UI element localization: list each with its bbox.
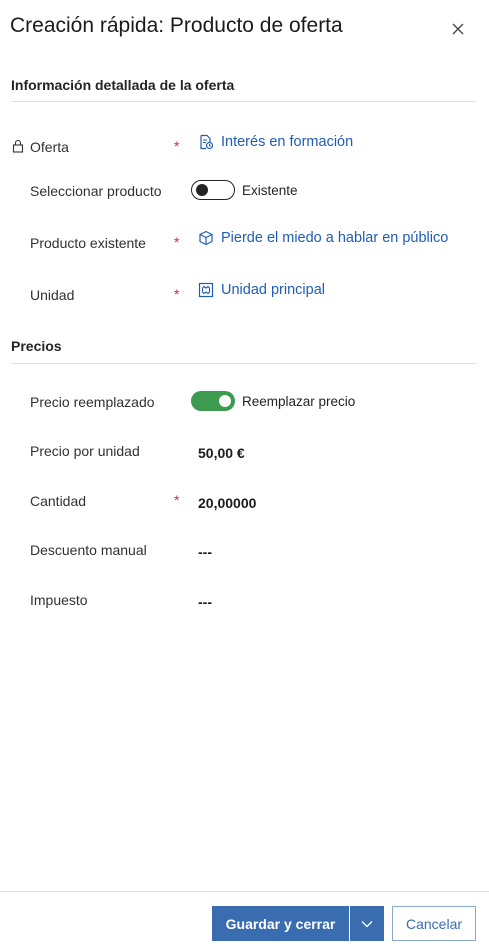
field-label: Producto existente — [30, 235, 146, 251]
existing-product-toggle[interactable] — [191, 180, 235, 200]
section-title-pricing: Precios — [11, 338, 62, 354]
required-marker: * — [174, 234, 180, 250]
cantidad-input[interactable]: 20,00000 — [198, 495, 256, 511]
toggle-knob — [219, 395, 231, 407]
oferta-link[interactable]: Interés en formación — [198, 134, 353, 150]
impuesto-input[interactable]: --- — [198, 594, 212, 610]
save-options-dropdown-button[interactable] — [350, 906, 384, 941]
unit-icon — [198, 282, 214, 298]
quote-icon — [200, 134, 214, 150]
dialog-title: Creación rápida: Producto de oferta — [10, 14, 343, 37]
field-producto-existente: Producto existente * Pierde el miedo a h… — [0, 229, 489, 259]
field-label: Cantidad — [30, 493, 87, 509]
field-label: Seleccionar producto — [30, 183, 162, 199]
field-unidad: Unidad * Unidad principal — [0, 281, 489, 311]
footer-divider — [0, 891, 489, 892]
field-label: Unidad — [30, 287, 75, 303]
cancel-button[interactable]: Cancelar — [392, 906, 476, 941]
toggle-text: Reemplazar precio — [242, 394, 356, 409]
field-label: Oferta — [30, 139, 69, 155]
oferta-value: Interés en formación — [221, 134, 354, 150]
unidad-value: Unidad principal — [221, 282, 325, 298]
field-label: Descuento manual — [30, 542, 147, 558]
field-cantidad: Cantidad * 20,00000 — [0, 487, 489, 517]
close-button[interactable] — [448, 19, 468, 39]
override-price-toggle[interactable] — [191, 391, 235, 411]
section-divider — [11, 101, 476, 102]
unidad-link[interactable]: Unidad principal — [198, 282, 325, 298]
producto-link[interactable]: Pierde el miedo a hablar en público — [198, 230, 448, 246]
toggle-knob — [196, 184, 208, 196]
section-title-detail: Información detallada de la oferta — [11, 77, 235, 93]
dialog-header: Creación rápida: Producto de oferta — [0, 0, 489, 60]
field-seleccionar-producto: Seleccionar producto Existente — [0, 177, 489, 207]
section-divider — [11, 363, 476, 364]
required-marker: * — [174, 138, 180, 154]
producto-value: Pierde el miedo a hablar en público — [221, 230, 449, 246]
chevron-down-icon — [361, 920, 373, 927]
field-label: Impuesto — [30, 592, 88, 608]
toggle-text: Existente — [242, 183, 298, 198]
field-precio-reemplazado: Precio reemplazado Reemplazar precio — [0, 388, 489, 418]
save-and-close-button[interactable]: Guardar y cerrar — [212, 906, 349, 941]
field-label: Precio reemplazado — [30, 394, 155, 410]
precio-unidad-input[interactable]: 50,00 € — [198, 445, 245, 461]
lock-icon — [12, 139, 24, 153]
field-impuesto: Impuesto --- — [0, 586, 489, 616]
required-marker: * — [174, 492, 180, 508]
field-descuento-manual: Descuento manual --- — [0, 536, 489, 566]
cube-icon — [199, 230, 213, 246]
field-oferta: Oferta * Interés en formación — [0, 133, 489, 163]
required-marker: * — [174, 286, 180, 302]
close-icon — [452, 23, 464, 35]
field-label: Precio por unidad — [30, 443, 140, 459]
descuento-input[interactable]: --- — [198, 544, 212, 560]
field-precio-unidad: Precio por unidad 50,00 € — [0, 437, 489, 467]
